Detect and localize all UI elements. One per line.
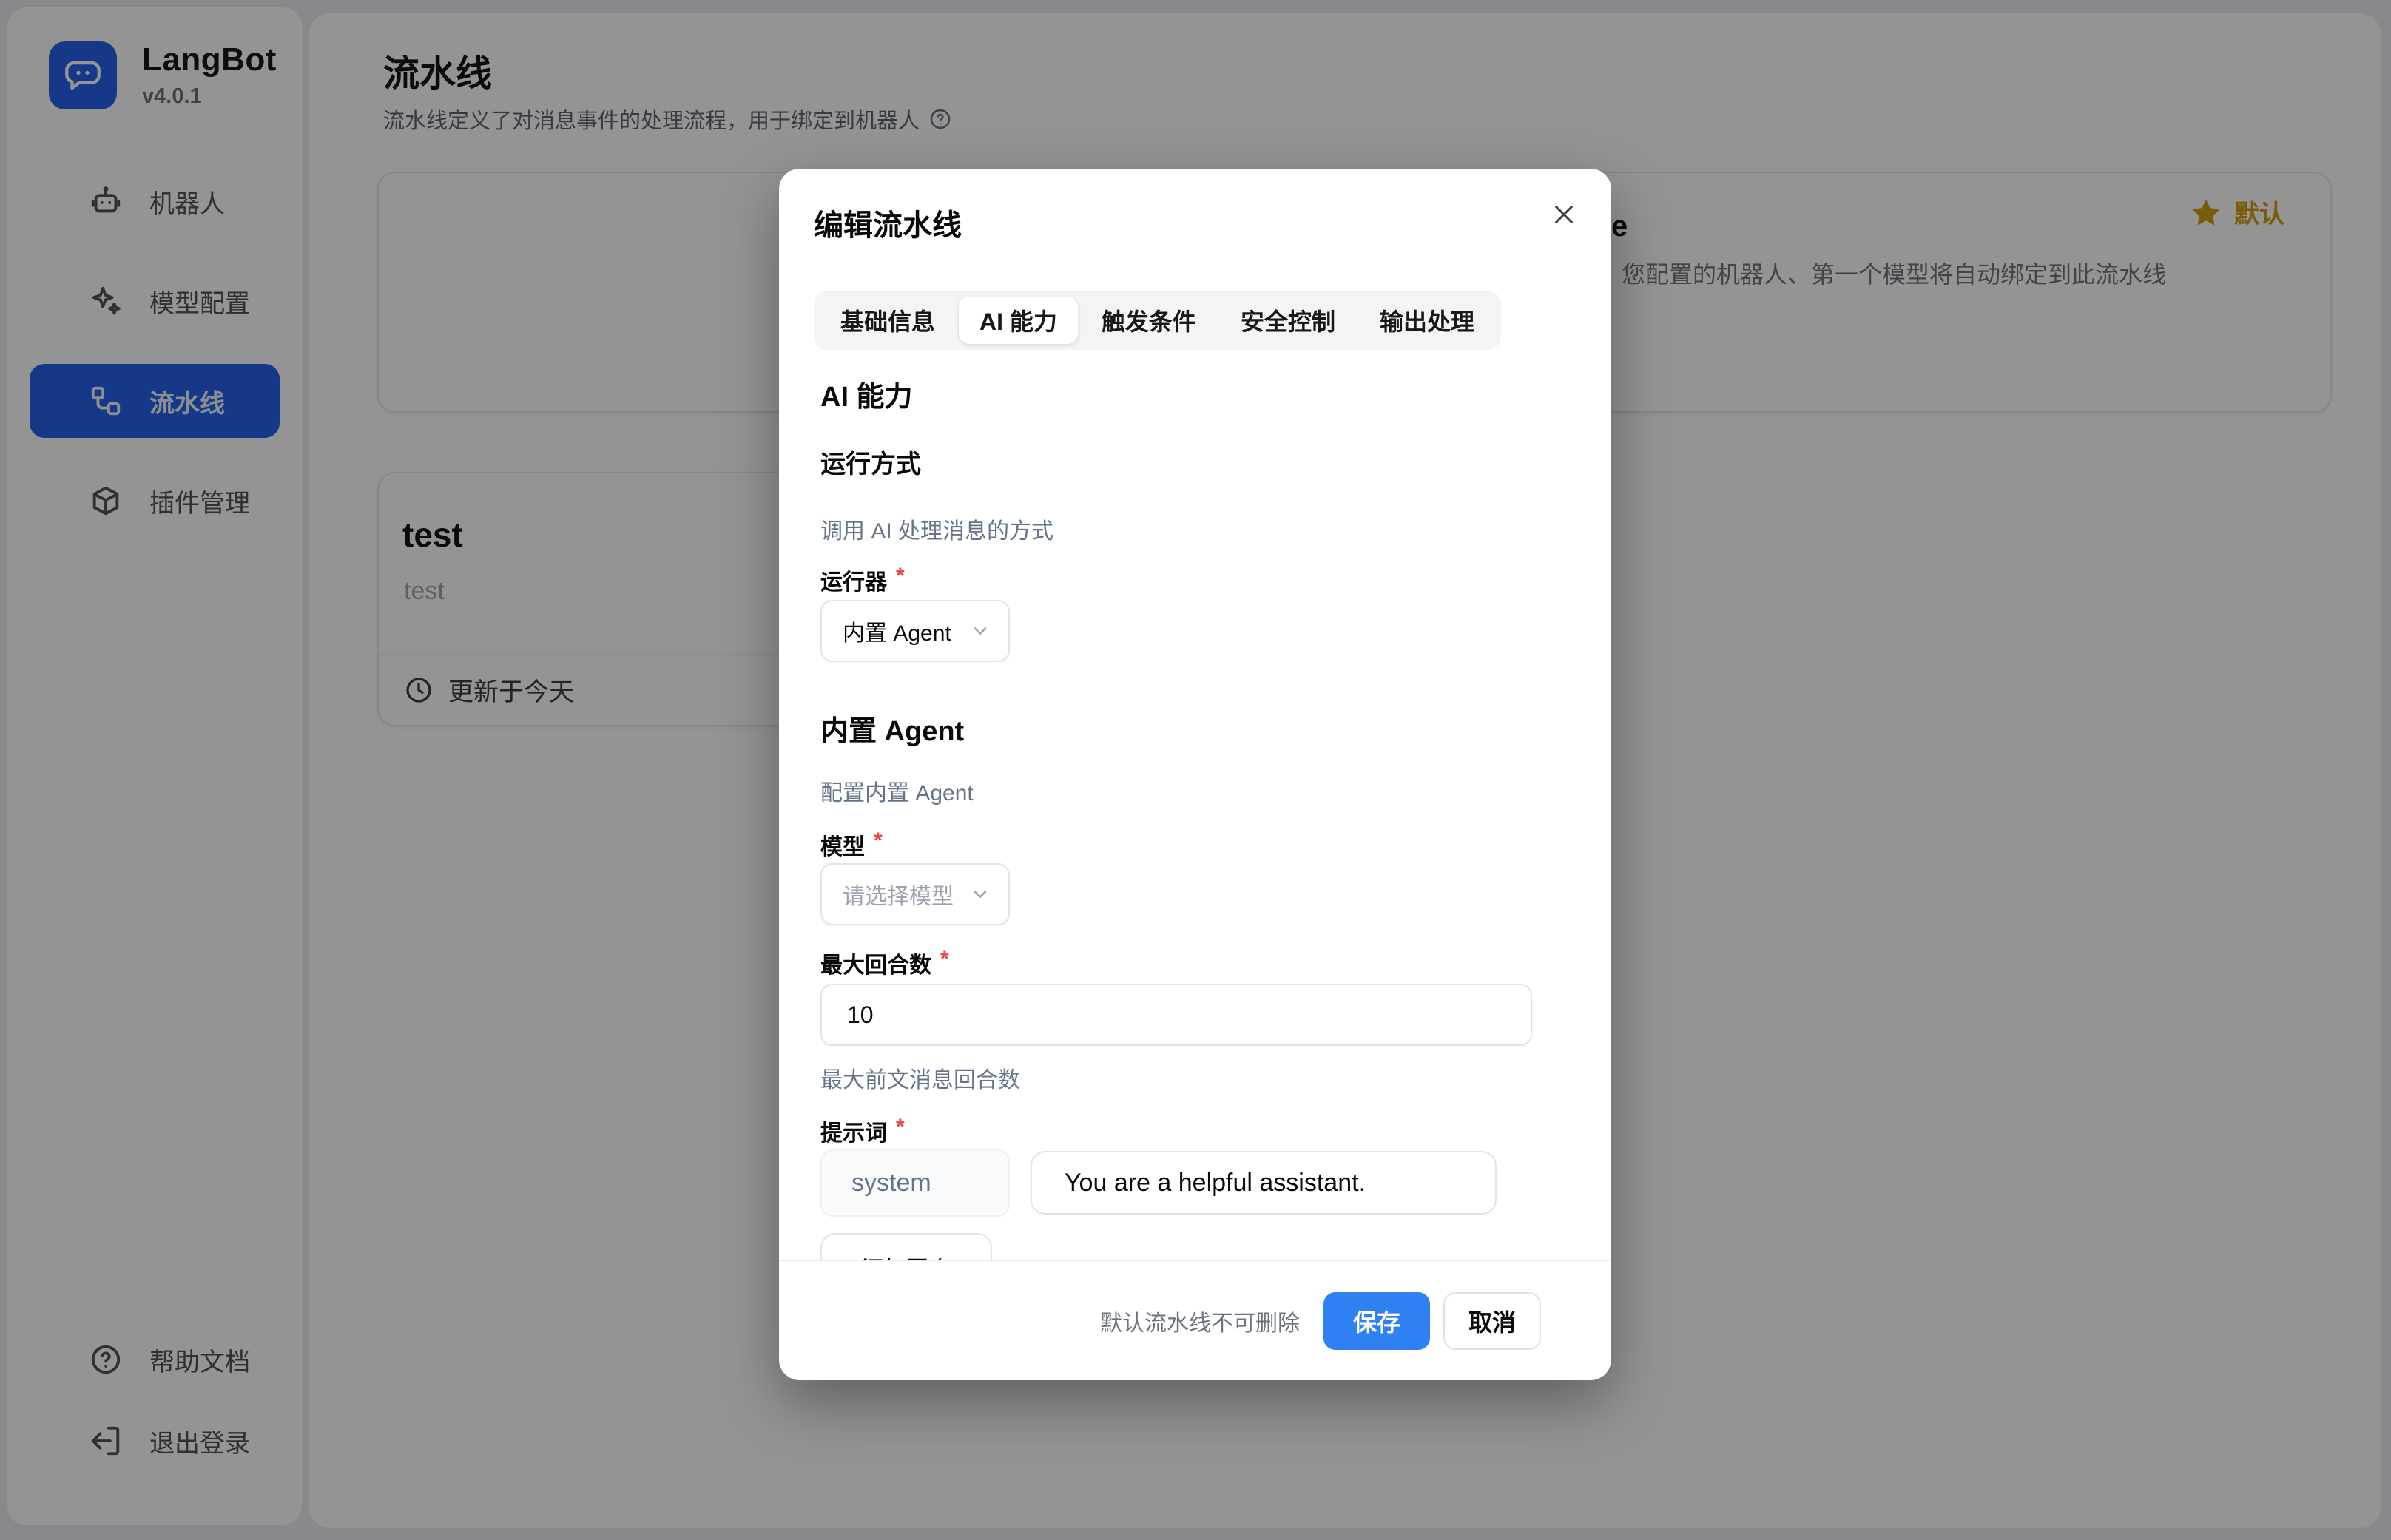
add-round-button[interactable]: 添加回合 [820,1233,992,1260]
model-select-placeholder: 请选择模型 [843,878,954,911]
modal-body: AI 能力 运行方式 调用 AI 处理消息的方式 运行器 * 内置 Agent … [814,361,1576,1260]
chevron-down-icon [970,621,991,641]
footer-note: 默认流水线不可删除 [1100,1305,1300,1337]
tab-safety-control[interactable]: 安全控制 [1220,297,1356,344]
runner-select-value: 内置 Agent [843,615,951,647]
required-asterisk: * [896,1115,905,1147]
tab-ai-capability[interactable]: AI 能力 [959,297,1078,344]
prompt-content-input[interactable]: You are a helpful assistant. [1031,1151,1497,1215]
section-title: AI 能力 [820,374,913,414]
runner-label-text: 运行器 [820,564,887,596]
prompt-label: 提示词 * [820,1115,905,1147]
app-root: LangBot v4.0.1 机器人 模型配置 [0,0,2391,1540]
runner-group-title: 运行方式 [820,444,921,480]
agent-group-desc: 配置内置 Agent [820,774,974,807]
max-rounds-desc: 最大前文消息回合数 [820,1061,1020,1094]
modal-footer: 默认流水线不可删除 保存 取消 [779,1260,1611,1380]
runner-select[interactable]: 内置 Agent [820,600,1010,662]
tab-output-processing[interactable]: 输出处理 [1359,297,1495,344]
close-button[interactable] [1548,198,1580,231]
tab-basic-info[interactable]: 基础信息 [820,297,956,344]
close-icon [1551,201,1577,228]
max-rounds-label-text: 最大回合数 [820,947,931,979]
modal-tabs: 基础信息 AI 能力 触发条件 安全控制 输出处理 [814,291,1501,350]
runner-label: 运行器 * [820,564,905,596]
max-rounds-label: 最大回合数 * [820,947,949,979]
chevron-down-icon [970,884,991,905]
cancel-button[interactable]: 取消 [1443,1292,1541,1350]
model-label: 模型 * [820,828,883,861]
modal-title: 编辑流水线 [814,201,962,244]
prompt-role-input[interactable]: system [820,1149,1010,1217]
required-asterisk: * [896,564,905,596]
model-select[interactable]: 请选择模型 [820,863,1010,925]
edit-pipeline-modal: 编辑流水线 基础信息 AI 能力 触发条件 安全控制 输出处理 AI 能力 运行… [779,169,1611,1380]
prompt-label-text: 提示词 [820,1115,887,1147]
agent-group-title: 内置 Agent [820,708,964,749]
required-asterisk: * [940,947,949,979]
max-rounds-input[interactable]: 10 [820,984,1532,1046]
save-button[interactable]: 保存 [1323,1292,1430,1350]
runner-group-desc: 调用 AI 处理消息的方式 [820,513,1053,545]
model-label-text: 模型 [820,828,865,861]
tab-trigger-conditions[interactable]: 触发条件 [1081,297,1217,344]
required-asterisk: * [874,828,883,861]
